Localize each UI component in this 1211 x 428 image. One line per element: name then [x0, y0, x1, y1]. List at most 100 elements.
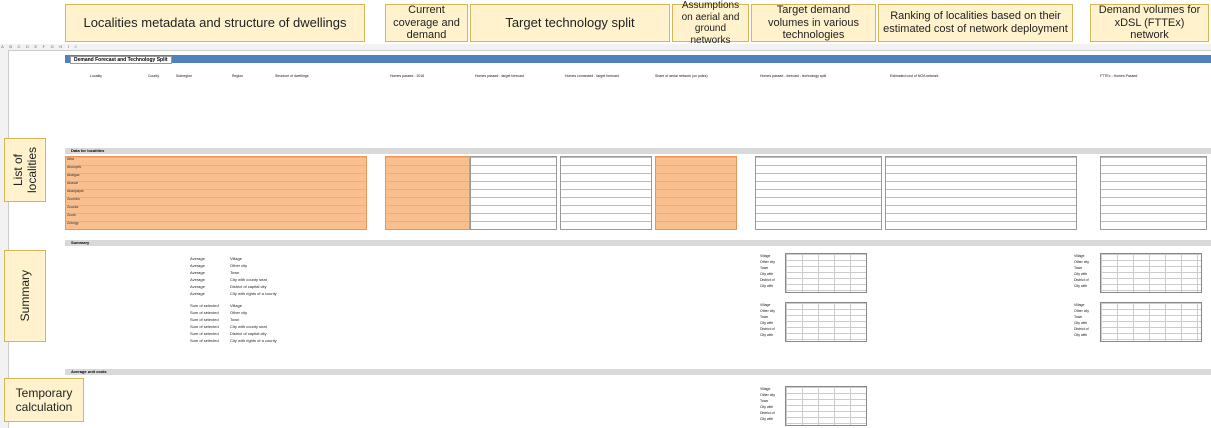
grid-target-split [470, 156, 557, 230]
header-homes-connected-target: Homes connected - target forecast [565, 74, 619, 78]
mini-row-label: Town [760, 399, 769, 403]
locality-name: Zsuzsa [67, 205, 79, 209]
summary-type: Village [230, 256, 242, 261]
mini-row-label: Village [760, 303, 771, 307]
mini-row-label: City with [760, 417, 774, 421]
callout-temporary-calculation: Temporary calculation [4, 378, 84, 422]
mini-row-label: City with [1074, 333, 1088, 337]
summary-table-sums [785, 302, 867, 342]
header-homes-passed-target: Homes passed - target forecast [475, 74, 524, 78]
mini-row-label: Village [760, 254, 771, 258]
mini-row-label: City with [760, 321, 774, 325]
callout-list-text: List of localities [11, 146, 39, 194]
locality-name: Abaújalpár [67, 189, 84, 193]
locality-name: Abasár [67, 181, 79, 185]
spreadsheet[interactable]: A B C D E F G H I J Demand Forecast and … [0, 44, 1211, 428]
callout-summary: Summary [4, 250, 46, 342]
summary-agg: Average [190, 256, 205, 261]
header-fttex-homes: FTTEx - Homes Passed [1100, 74, 1138, 78]
locality-name: Zsombó [67, 197, 80, 201]
callout-ranking: Ranking of localities based on their est… [878, 4, 1073, 42]
summary-agg: Average [190, 263, 205, 268]
summary-type: District of capital city [230, 331, 267, 336]
summary-type: City with rights of a county [230, 291, 277, 296]
summary-type: Other city [230, 263, 248, 268]
mini-row-label: Town [1074, 266, 1083, 270]
summary-type: Village [230, 303, 242, 308]
column-headers: A B C D E F G H I J [0, 44, 1211, 51]
callout-xdsl-volumes: Demand volumes for xDSL (FTTEx) network [1090, 4, 1209, 42]
callout-current-coverage: Current coverage and demand [385, 4, 468, 42]
callout-target-tech-split: Target technology split [470, 4, 670, 42]
summary-agg: Average [190, 277, 205, 282]
summary-agg: Sum of selected [190, 303, 219, 308]
header-share-aerial: Share of aerial network (on poles) [655, 74, 708, 78]
xdsl-summary-sums [1100, 302, 1202, 342]
header-estimated-cost: Estimated cost of NGA network [890, 74, 939, 78]
mini-row-label: Other city [760, 393, 775, 397]
locality-name: Zubogy [67, 221, 79, 225]
mini-row-label: Town [1074, 315, 1083, 319]
sheet-title: Demand Forecast and Technology Split [70, 56, 172, 64]
header-subregion: Subregion [176, 74, 192, 78]
locality-name: Alsónyék [67, 165, 82, 169]
localities-table: Alba Alsónyék Abalgaz Abasár Abaújalpár … [65, 156, 1211, 230]
mini-row-label: City with [760, 272, 774, 276]
mini-row-label: City with [1074, 284, 1088, 288]
header-locality: Locality [90, 74, 102, 78]
mini-row-label: Village [1074, 303, 1085, 307]
row-numbers [0, 50, 9, 428]
summary-type: City with county seat [230, 324, 267, 329]
locality-name: Zsurk [67, 213, 76, 217]
section-summary: Summary [65, 240, 1211, 246]
section-average-unit-costs: Average unit costs [65, 369, 1211, 375]
callout-summary-text: Summary [18, 270, 32, 322]
grid-connected [560, 156, 652, 230]
summary-agg: Average [190, 270, 205, 275]
summary-table-averages [785, 253, 867, 293]
mini-row-label: Other city [1074, 309, 1089, 313]
summary-agg: Sum of selected [190, 310, 219, 315]
callout-list-of-localities: List of localities [4, 138, 46, 202]
summary-agg: Sum of selected [190, 317, 219, 322]
mini-row-label: City with [760, 333, 774, 337]
header-homes-passed-split: Homes passed - forecast - technology spl… [760, 74, 827, 78]
section-data-for-localities: Data for localities [65, 148, 1211, 154]
callout-localities-metadata: Localities metadata and structure of dwe… [65, 4, 365, 42]
mini-row-label: Other city [760, 260, 775, 264]
orange-block-coverage [385, 156, 470, 230]
header-region: Region [232, 74, 244, 78]
summary-type: Town [230, 317, 240, 322]
orange-block-aerial [655, 156, 737, 230]
summary-agg: Sum of selected [190, 324, 219, 329]
callout-assumptions: Assumptions on aerial and ground network… [672, 0, 749, 46]
summary-agg: Average [190, 284, 205, 289]
header-county: County [148, 74, 160, 78]
summary-agg: Sum of selected [190, 338, 219, 343]
title-bar [65, 55, 1211, 63]
grid-xdsl [1100, 156, 1207, 230]
summary-type: Town [230, 270, 240, 275]
summary-type: District of capital city [230, 284, 267, 289]
mini-row-label: District of [1074, 327, 1089, 331]
header-structure: Structure of dwellings [275, 74, 309, 78]
mini-row-label: District of [760, 411, 775, 415]
summary-type: City with county seat [230, 277, 267, 282]
mini-row-label: City with [1074, 321, 1088, 325]
orange-block-metadata [65, 156, 367, 230]
locality-name: Alba [67, 157, 75, 161]
mini-row-label: District of [760, 278, 775, 282]
mini-row-label: Village [760, 387, 771, 391]
grid-ranking [885, 156, 1077, 230]
summary-type: Other city [230, 310, 248, 315]
mini-row-label: District of [760, 327, 775, 331]
mini-row-label: Town [760, 266, 769, 270]
grid-target-demand [755, 156, 882, 230]
summary-agg: Average [190, 291, 205, 296]
locality-name: Abalgaz [67, 173, 80, 177]
mini-row-label: Other city [760, 309, 775, 313]
summary-type: City with rights of a county [230, 338, 277, 343]
mini-row-label: Village [1074, 254, 1085, 258]
mini-row-label: Other city [1074, 260, 1089, 264]
header-homes-passed-2016: Homes passed - 2016 [390, 74, 425, 78]
